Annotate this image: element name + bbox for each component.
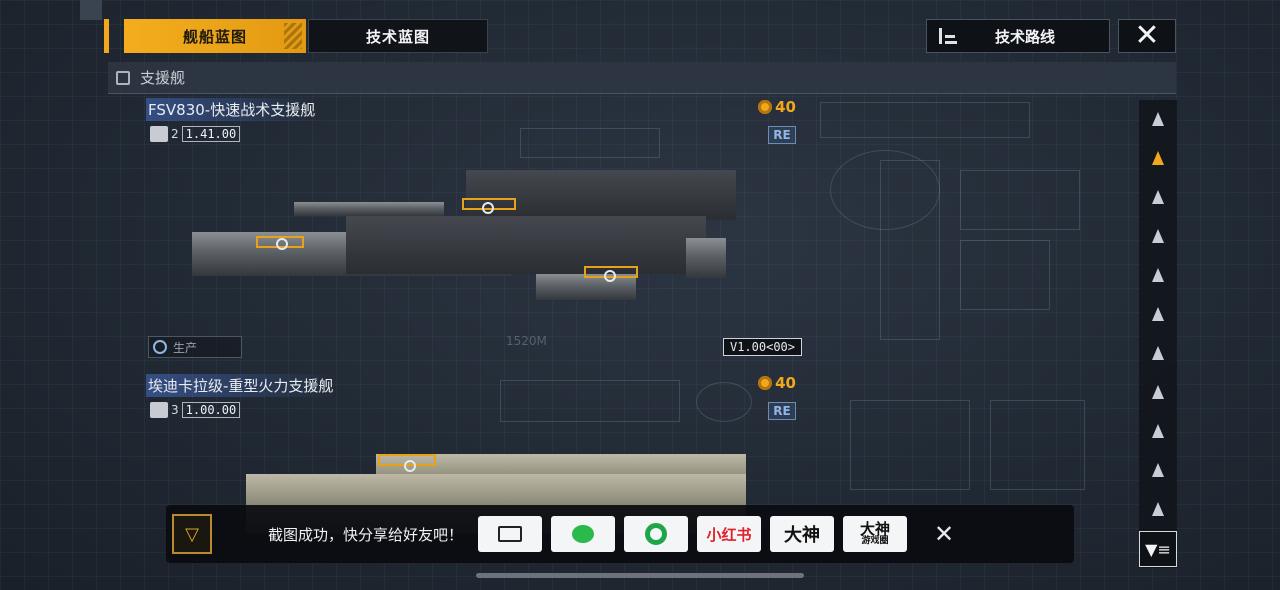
list-tree-icon [939, 28, 959, 44]
ship-stat: 2 1.41.00 [150, 126, 241, 142]
tab-accent-bar [104, 19, 109, 53]
ship-tier: 2 [171, 127, 179, 141]
blueprint-drawing [960, 170, 1080, 230]
faction-icon [150, 126, 168, 142]
ship-hull-part [294, 202, 444, 216]
ship-cost: 40 [758, 374, 796, 392]
blueprint-drawing [850, 400, 970, 490]
ship-class-5-icon[interactable] [1139, 260, 1177, 290]
ship-name: 埃迪卡拉级-重型火力支援舰 [146, 374, 336, 397]
ship-cost: 40 [758, 98, 796, 116]
hardpoint-marker[interactable] [604, 270, 616, 282]
hardpoint-marker[interactable] [482, 202, 494, 214]
ship-class-8-icon[interactable] [1139, 377, 1177, 407]
command-point-icon [758, 376, 773, 390]
tab-ship-blueprints-label: 舰船蓝图 [182, 27, 247, 46]
share-wechat-button[interactable] [551, 516, 615, 552]
ship-value: 1.41.00 [181, 126, 241, 142]
ship-card[interactable]: FSV830-快速战术支援舰 2 1.41.00 40 RE 1520M 生产 … [146, 98, 802, 360]
support-ship-category-icon [116, 70, 130, 85]
share-xiaohongshu-button[interactable]: 小红书 [697, 516, 761, 552]
ship-value: 1.00.00 [181, 402, 241, 418]
share-screenshot-button[interactable] [478, 516, 542, 552]
blueprint-drawing [820, 102, 1030, 138]
blueprint-drawing [880, 160, 940, 340]
tech-route-label: 技术路线 [995, 27, 1056, 46]
blueprint-drawing [990, 400, 1085, 490]
faction-icon [150, 402, 168, 418]
ship-class-3-icon[interactable] [1139, 182, 1177, 212]
hardpoint-marker[interactable] [276, 238, 288, 250]
close-icon: ✕ [934, 520, 955, 548]
ship-class-6-icon[interactable] [1139, 299, 1177, 329]
production-button[interactable]: 生产 [148, 336, 242, 358]
command-point-icon [758, 100, 773, 114]
dashen-circle-label: 大神 [859, 520, 890, 538]
dashen-circle-sublabel: 游戏圈 [861, 536, 889, 546]
dashen-label: 大神 [784, 525, 820, 546]
screenshot-frame-icon [498, 526, 522, 542]
ship-class-1-icon[interactable] [1139, 104, 1177, 134]
close-button[interactable]: ✕ [1118, 19, 1176, 53]
production-icon [153, 340, 167, 354]
tech-route-button[interactable]: 技术路线 [926, 19, 1110, 53]
ship-hull-part [466, 170, 736, 220]
ship-hull-part [686, 238, 726, 278]
wechat-icon [572, 525, 594, 543]
blueprint-drawing [960, 240, 1050, 310]
hardpoint-marker[interactable] [404, 460, 416, 472]
category-header: 支援舰 [108, 62, 1176, 94]
ship-class-9-icon[interactable] [1139, 416, 1177, 446]
tab-ship-blueprints[interactable]: 舰船蓝图 [124, 19, 306, 53]
ship-stat: 3 1.00.00 [150, 402, 241, 418]
corner-decoration [80, 0, 102, 20]
ship-class-11-icon[interactable] [1139, 494, 1177, 524]
share-moments-button[interactable] [624, 516, 688, 552]
ship-name: FSV830-快速战术支援舰 [146, 98, 318, 121]
re-tag: RE [768, 402, 796, 420]
share-dashen-circle-button[interactable]: 大神 游戏圈 [843, 516, 907, 552]
ship-class-nav [1139, 100, 1177, 568]
filter-button[interactable]: ▼≡ [1139, 531, 1177, 567]
share-message: 截图成功，快分享给好友吧！ [268, 525, 464, 544]
ship-tier: 3 [171, 403, 179, 417]
share-dashen-button[interactable]: 大神 [770, 516, 834, 552]
top-bar: 舰船蓝图 技术蓝图 技术路线 ✕ [104, 19, 1176, 53]
cost-value: 40 [775, 98, 796, 116]
tab-tech-blueprints[interactable]: 技术蓝图 [308, 19, 488, 53]
ship-class-10-icon[interactable] [1139, 455, 1177, 485]
screenshot-share-bar: ▽ 截图成功，快分享给好友吧！ 小红书 大神 大神 游戏圈 ✕ [166, 505, 1074, 563]
production-label: 生产 [173, 340, 198, 355]
tab-tech-blueprints-label: 技术蓝图 [365, 27, 430, 46]
share-close-button[interactable]: ✕ [934, 520, 954, 548]
support-ship-icon[interactable] [1139, 143, 1177, 173]
ship-hull-part [346, 216, 706, 274]
close-icon: ✕ [1134, 18, 1160, 53]
xiaohongshu-label: 小红书 [706, 525, 752, 544]
ship-class-4-icon[interactable] [1139, 221, 1177, 251]
game-logo-icon: ▽ [172, 514, 212, 554]
filter-icon: ▼≡ [1145, 539, 1171, 559]
moments-icon [645, 523, 667, 545]
version-label: V1.00<00> [722, 338, 802, 356]
scale-label: 1520M [506, 334, 547, 348]
cost-value: 40 [775, 374, 796, 392]
home-indicator[interactable] [476, 573, 804, 578]
re-tag: RE [768, 126, 796, 144]
category-label: 支援舰 [140, 69, 186, 87]
ship-class-7-icon[interactable] [1139, 338, 1177, 368]
